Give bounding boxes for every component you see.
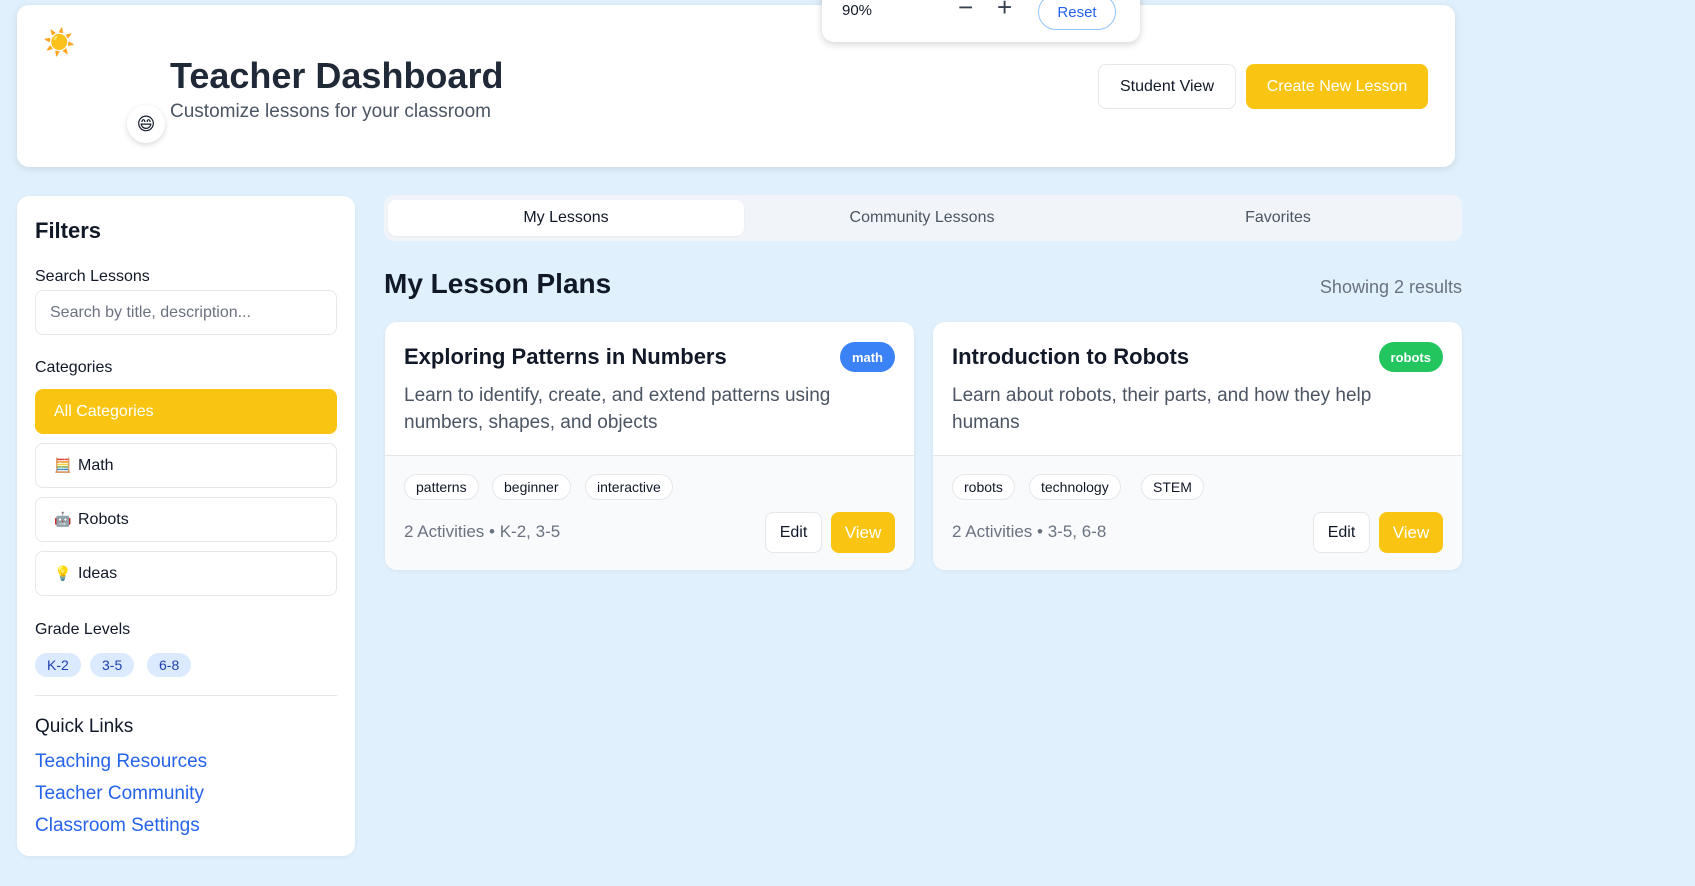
- page: ☀️ 😄 Teacher Dashboard Customize lessons…: [0, 0, 1695, 886]
- search-label: Search Lessons: [35, 268, 150, 285]
- lesson-tag: STEM: [1141, 474, 1204, 500]
- sun-icon: ☀️: [43, 27, 76, 57]
- category-math[interactable]: 🧮 Math: [35, 443, 337, 488]
- zoom-out-icon[interactable]: −: [958, 0, 973, 20]
- zoom-reset-button[interactable]: Reset: [1038, 0, 1116, 30]
- lesson-tag: technology: [1029, 474, 1121, 500]
- lesson-description: Learn about robots, their parts, and how…: [952, 385, 1372, 433]
- edit-button[interactable]: Edit: [1313, 512, 1370, 553]
- quick-links-title: Quick Links: [35, 716, 134, 737]
- card-header: Introduction to Robots robots Learn abou…: [933, 322, 1462, 455]
- section-title: My Lesson Plans: [384, 268, 612, 299]
- abacus-icon: 🧮: [54, 457, 72, 473]
- search-input[interactable]: [35, 290, 337, 335]
- zoom-popup: 90% − + Reset: [822, 0, 1140, 42]
- page-subtitle: Customize lessons for your classroom: [170, 101, 491, 122]
- edit-button[interactable]: Edit: [765, 512, 822, 553]
- lesson-meta: 2 Activities • K-2, 3-5: [404, 522, 561, 541]
- lesson-title: Exploring Patterns in Numbers: [404, 344, 727, 369]
- zoom-level: 90%: [842, 2, 873, 19]
- category-ideas[interactable]: 💡 Ideas: [35, 551, 337, 596]
- lesson-card: Introduction to Robots robots Learn abou…: [933, 322, 1462, 570]
- tab-favorites[interactable]: Favorites: [1100, 200, 1456, 236]
- lesson-tag: interactive: [585, 474, 673, 500]
- filters-sidebar: Filters Search Lessons Categories All Ca…: [17, 196, 355, 856]
- category-label: Robots: [78, 510, 129, 528]
- robot-icon: 🤖: [54, 511, 72, 527]
- link-teacher-community[interactable]: Teacher Community: [35, 783, 204, 805]
- grade-levels-label: Grade Levels: [35, 621, 131, 638]
- results-count: Showing 2 results: [1319, 277, 1462, 297]
- lesson-title: Introduction to Robots: [952, 344, 1190, 369]
- view-button[interactable]: View: [1379, 512, 1443, 553]
- lightbulb-icon: 💡: [54, 565, 72, 581]
- grade-chip-3-5[interactable]: 3-5: [90, 653, 135, 677]
- filters-title: Filters: [35, 218, 102, 243]
- tab-community-lessons[interactable]: Community Lessons: [744, 200, 1100, 236]
- lesson-description: Learn to identify, create, and extend pa…: [404, 385, 831, 433]
- student-view-button[interactable]: Student View: [1098, 64, 1236, 109]
- category-robots[interactable]: 🤖 Robots: [35, 497, 337, 542]
- lesson-tabs: My Lessons Community Lessons Favorites: [384, 195, 1462, 241]
- tab-my-lessons[interactable]: My Lessons: [388, 200, 744, 236]
- grade-chip-6-8[interactable]: 6-8: [147, 653, 192, 677]
- view-button[interactable]: View: [831, 512, 895, 553]
- link-classroom-settings[interactable]: Classroom Settings: [35, 815, 200, 837]
- category-label: Ideas: [78, 564, 118, 582]
- divider: [35, 695, 337, 696]
- header: ☀️ 😄 Teacher Dashboard Customize lessons…: [17, 5, 1455, 167]
- zoom-in-icon[interactable]: +: [997, 0, 1012, 20]
- lesson-meta: 2 Activities • 3-5, 6-8: [952, 522, 1107, 541]
- category-badge: robots: [1378, 342, 1443, 372]
- category-label: Math: [78, 456, 114, 474]
- category-badge: math: [839, 342, 895, 372]
- categories-label: Categories: [35, 359, 113, 376]
- smile-icon[interactable]: 😄: [127, 105, 165, 143]
- create-new-lesson-button[interactable]: Create New Lesson: [1246, 64, 1428, 109]
- lesson-tag: patterns: [404, 474, 479, 500]
- grade-chip-k-2[interactable]: K-2: [35, 653, 81, 677]
- lesson-tag: beginner: [492, 474, 571, 500]
- lesson-card: Exploring Patterns in Numbers math Learn…: [385, 322, 914, 570]
- link-teaching-resources[interactable]: Teaching Resources: [35, 751, 207, 773]
- page-title: Teacher Dashboard: [170, 55, 504, 96]
- card-footer: robots technology STEM 2 Activities • 3-…: [933, 455, 1462, 570]
- card-footer: patterns beginner interactive 2 Activiti…: [385, 455, 914, 570]
- lesson-tag: robots: [952, 474, 1015, 500]
- category-all[interactable]: All Categories: [35, 389, 337, 434]
- card-header: Exploring Patterns in Numbers math Learn…: [385, 322, 914, 455]
- category-label: All Categories: [54, 402, 154, 420]
